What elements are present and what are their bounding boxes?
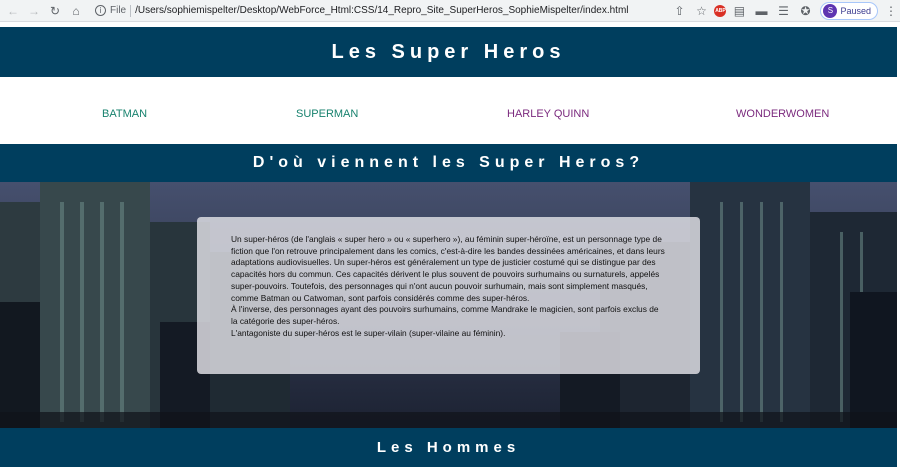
profile-button[interactable]: S Paused — [820, 1, 878, 20]
extension-page-icon[interactable]: ▤ — [730, 2, 748, 20]
nav-link-wonderwomen[interactable]: WONDERWOMEN — [736, 108, 829, 120]
home-icon[interactable]: ⌂ — [67, 2, 85, 20]
reload-icon[interactable]: ↻ — [46, 2, 64, 20]
back-arrow-icon[interactable]: ← — [4, 2, 22, 20]
section-origin-title: D'où viennent les Super Heros? — [0, 144, 897, 182]
site-title: Les Super Heros — [0, 27, 897, 77]
nav-link-superman[interactable]: SUPERMAN — [296, 108, 358, 120]
profile-status: Paused — [840, 5, 871, 16]
intro-text-card: Un super-héros (de l'anglais « super her… — [197, 217, 700, 374]
intro-paragraph: L'antagoniste du super-héros est le supe… — [231, 327, 506, 338]
extension-bar-icon[interactable]: ▬ — [752, 2, 770, 20]
hero-nav: BATMAN SUPERMAN HARLEY QUINN WONDERWOMEN — [0, 77, 897, 144]
nav-link-harley-quinn[interactable]: HARLEY QUINN — [507, 108, 589, 120]
extensions-puzzle-icon[interactable]: ✪ — [796, 2, 814, 20]
browser-toolbar: ← → ↻ ⌂ i File /Users/sophiemispelter/De… — [0, 0, 900, 22]
toolbar-actions: ⇧ ☆ ABP ▤ ▬ ☰ ✪ S Paused ⋮ — [670, 1, 900, 20]
address-bar[interactable]: i File /Users/sophiemispelter/Desktop/We… — [91, 1, 663, 20]
url-scheme-label: File — [110, 5, 127, 16]
nav-buttons: ← → ↻ ⌂ — [4, 2, 85, 20]
adblock-icon[interactable]: ABP — [714, 4, 727, 17]
section-men-title: Les Hommes — [0, 428, 897, 467]
address-divider — [130, 4, 132, 17]
forward-arrow-icon[interactable]: → — [25, 2, 43, 20]
bookmark-star-icon[interactable]: ☆ — [692, 2, 710, 20]
avatar: S — [823, 3, 838, 18]
list-icon[interactable]: ☰ — [774, 2, 792, 20]
intro-paragraph: Un super-héros (de l'anglais « super her… — [231, 234, 665, 303]
info-icon[interactable]: i — [95, 5, 106, 16]
share-icon[interactable]: ⇧ — [670, 2, 688, 20]
intro-paragraph: À l'inverse, des personnages ayant des p… — [231, 304, 659, 326]
url-text[interactable]: /Users/sophiemispelter/Desktop/WebForce_… — [135, 5, 628, 16]
nav-link-batman[interactable]: BATMAN — [102, 108, 147, 120]
kebab-menu-icon[interactable]: ⋮ — [882, 2, 900, 20]
